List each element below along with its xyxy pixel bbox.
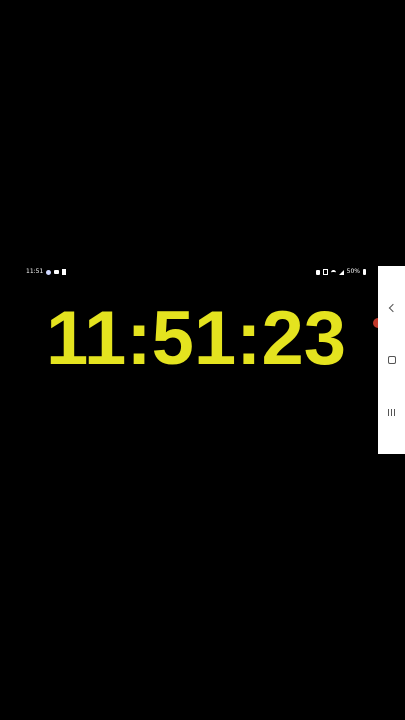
recents-icon bbox=[388, 408, 395, 416]
status-bar-left: 11:51 bbox=[26, 266, 67, 278]
signal-icon bbox=[338, 269, 344, 275]
status-time: 11:51 bbox=[26, 268, 44, 275]
home-icon bbox=[387, 356, 396, 364]
sim-card-icon bbox=[62, 269, 67, 275]
lock-icon bbox=[315, 269, 320, 275]
vibrate-icon bbox=[322, 269, 328, 275]
battery-icon bbox=[363, 269, 366, 275]
clock-display: 11:51:23 bbox=[45, 296, 347, 381]
status-bar: 11:51 50% bbox=[0, 266, 378, 278]
status-bar-right: 50% bbox=[315, 266, 366, 278]
camera-icon bbox=[54, 270, 60, 274]
navigation-bar bbox=[378, 266, 405, 454]
messenger-icon bbox=[46, 269, 52, 275]
screen: 11:51 50% 11:51:23 bbox=[0, 0, 405, 720]
recents-button[interactable] bbox=[378, 392, 405, 432]
back-button[interactable] bbox=[378, 288, 405, 328]
chevron-left-icon bbox=[388, 303, 397, 313]
battery-percent: 50% bbox=[346, 268, 360, 275]
wifi-icon bbox=[330, 269, 336, 275]
home-button[interactable] bbox=[378, 340, 405, 380]
